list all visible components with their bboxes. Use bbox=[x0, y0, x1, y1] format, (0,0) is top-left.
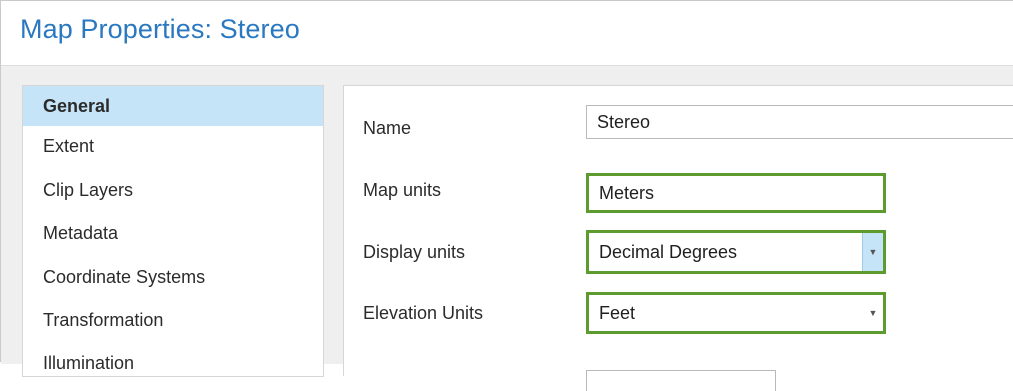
sidebar-item-clip-layers[interactable]: Clip Layers bbox=[23, 170, 323, 210]
next-field-stub bbox=[586, 370, 776, 391]
name-value: Stereo bbox=[597, 111, 651, 132]
sidebar-item-general[interactable]: General bbox=[23, 86, 323, 126]
sidebar-item-transformation[interactable]: Transformation bbox=[23, 300, 323, 340]
map-properties-dialog: Map Properties: Stereo General Extent Cl… bbox=[0, 0, 1013, 391]
elevation-units-value: Feet bbox=[599, 302, 636, 323]
map-units-label: Map units bbox=[363, 180, 442, 200]
sidebar-item-extent[interactable]: Extent bbox=[23, 126, 323, 166]
display-units-value: Decimal Degrees bbox=[599, 241, 738, 262]
display-units-label: Display units bbox=[363, 242, 466, 262]
sidebar-item-metadata[interactable]: Metadata bbox=[23, 213, 323, 253]
sidebar-item-coordinate-systems[interactable]: Coordinate Systems bbox=[23, 257, 323, 297]
display-units-dropdown[interactable]: Decimal Degrees ▼ bbox=[586, 230, 886, 274]
sidebar-item-illumination[interactable]: Illumination bbox=[23, 343, 323, 376]
map-units-field: Meters bbox=[586, 173, 886, 213]
chevron-down-icon[interactable]: ▼ bbox=[862, 233, 883, 271]
dialog-content: General Extent Clip Layers Metadata Coor… bbox=[1, 65, 1013, 391]
name-input[interactable]: Stereo bbox=[586, 105, 1013, 139]
name-label: Name bbox=[363, 118, 412, 138]
chevron-down-icon[interactable]: ▼ bbox=[863, 295, 883, 331]
elevation-units-label: Elevation Units bbox=[363, 303, 484, 323]
map-units-value: Meters bbox=[599, 182, 655, 203]
elevation-units-dropdown[interactable]: Feet ▼ bbox=[586, 292, 886, 334]
properties-sidebar: General Extent Clip Layers Metadata Coor… bbox=[22, 85, 324, 377]
general-properties-form: Name Stereo Map units Meters Display uni… bbox=[343, 85, 1013, 391]
dialog-title: Map Properties: Stereo bbox=[20, 14, 300, 44]
